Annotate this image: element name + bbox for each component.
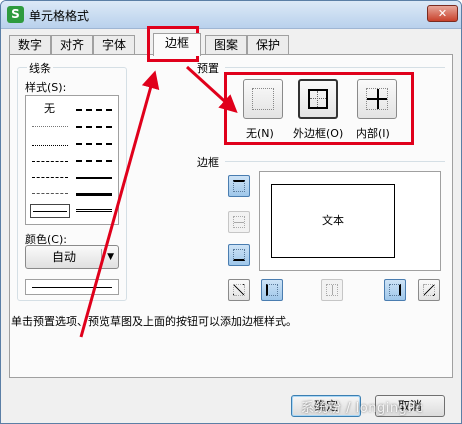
cell-format-dialog: S 单元格格式 ✕ 数字 对齐 字体 边框 图案 保护 线条 样式(S): 无 <box>0 0 462 424</box>
annotation-arrows <box>79 65 238 338</box>
annotation-arrow-to-tab <box>79 70 160 338</box>
annotation-arrow-to-presets <box>185 65 238 114</box>
tab-border[interactable]: 边框 <box>153 33 201 56</box>
